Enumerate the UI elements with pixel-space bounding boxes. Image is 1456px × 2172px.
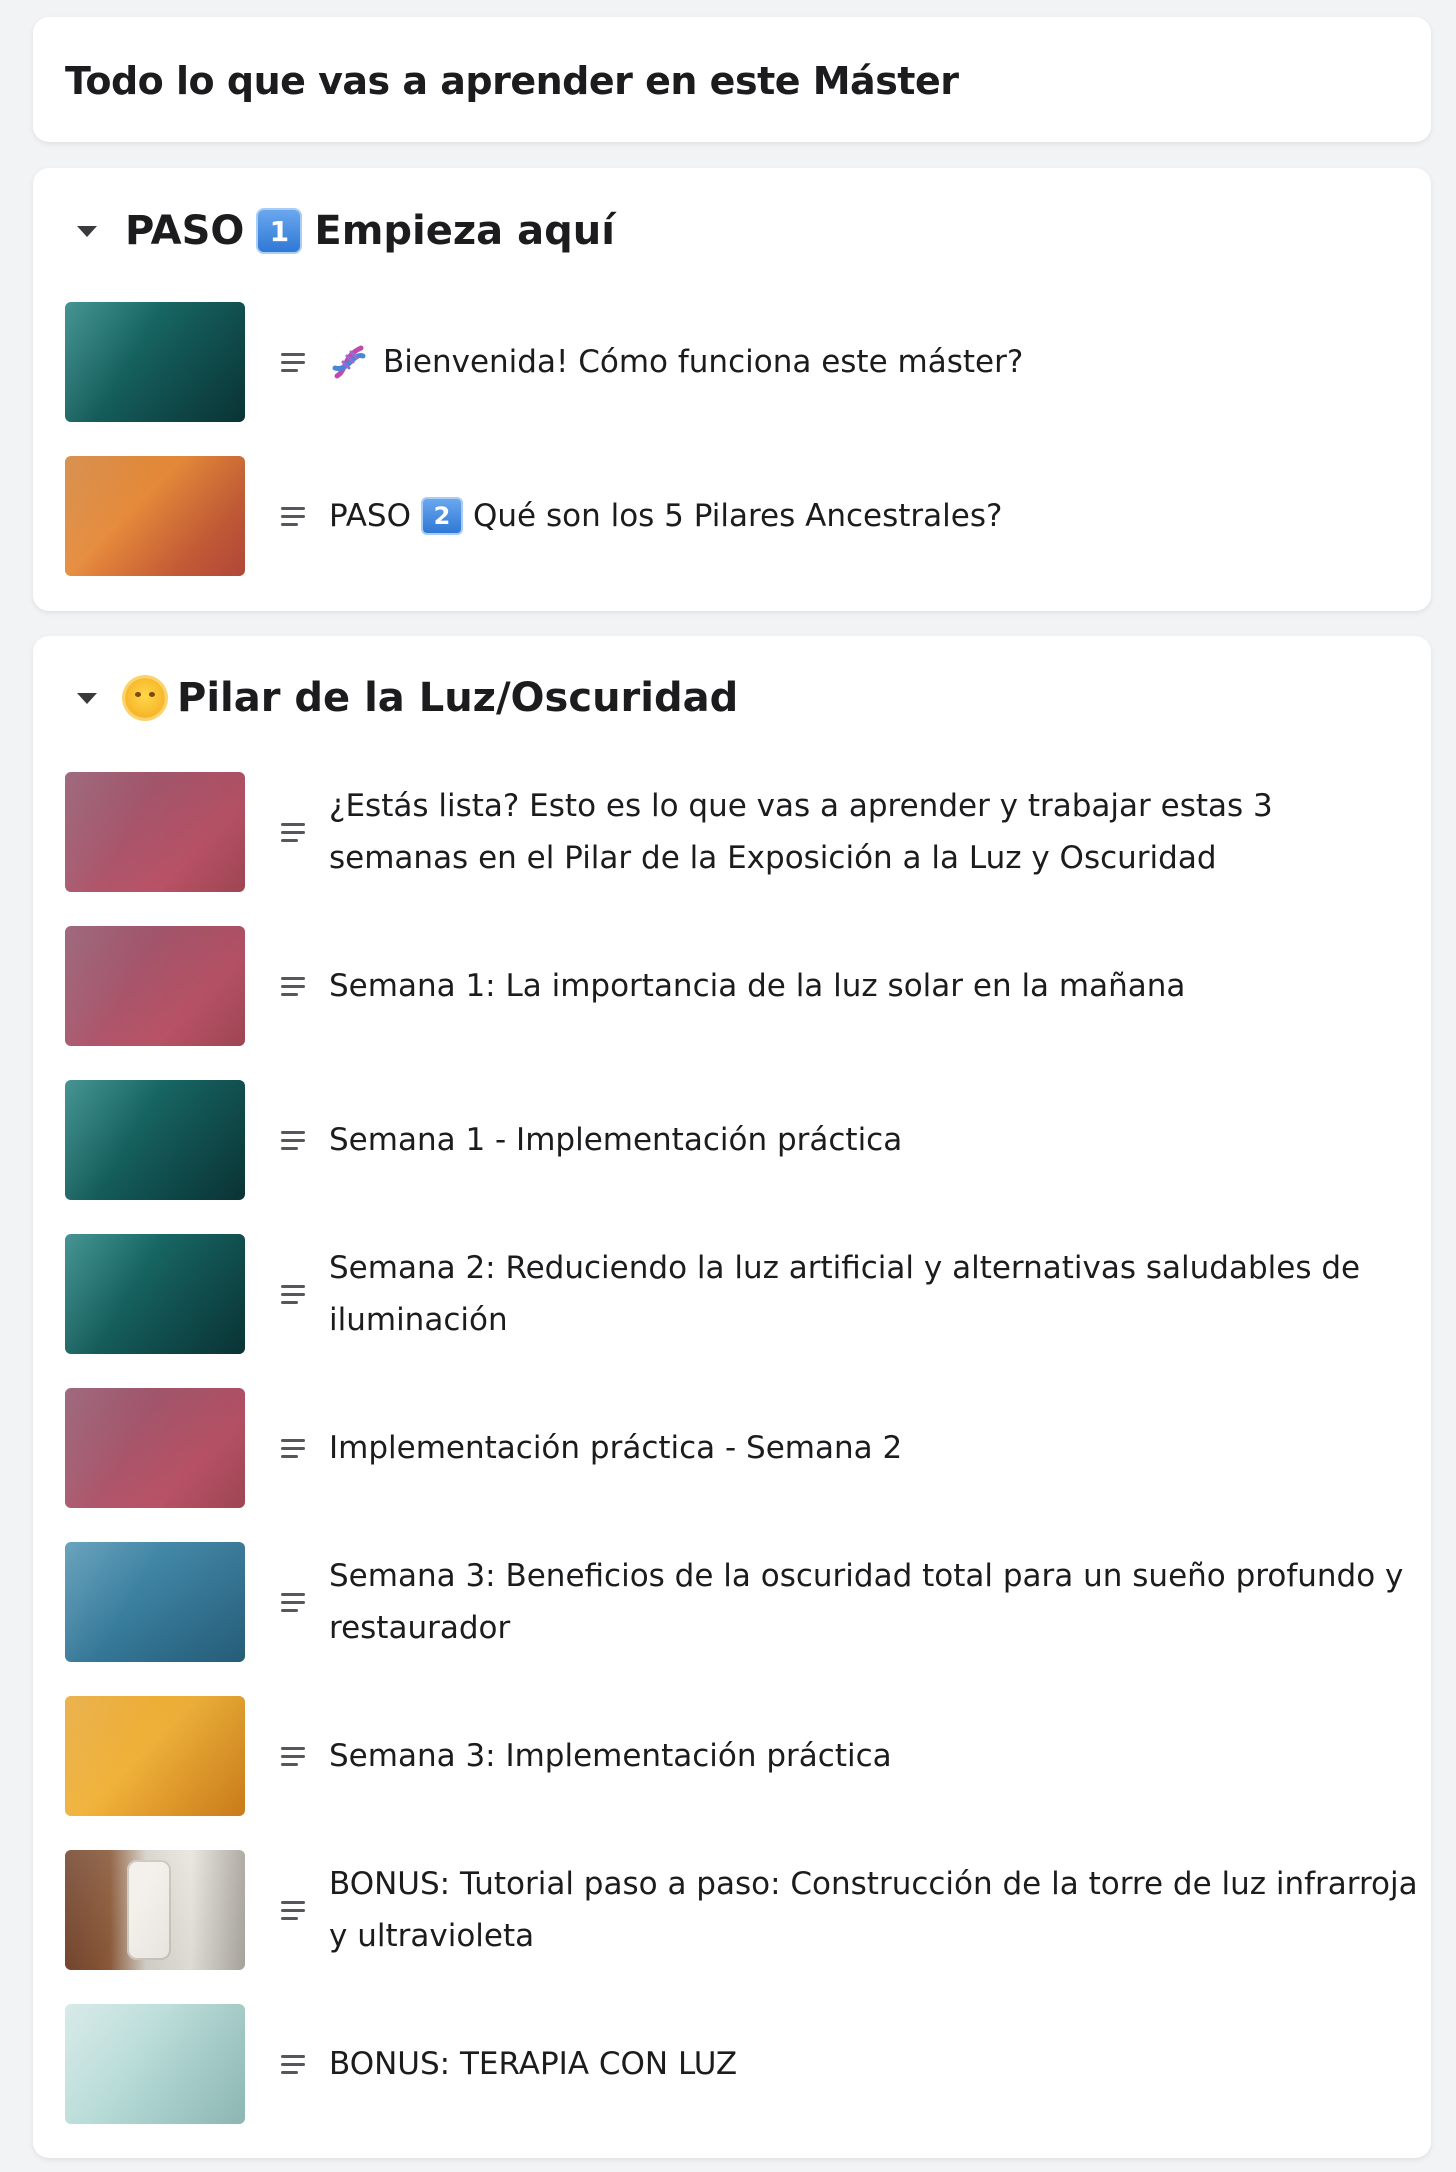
lesson-thumbnail bbox=[65, 1850, 245, 1970]
lesson-title[interactable]: Semana 1 - Implementación práctica bbox=[329, 1114, 902, 1166]
text-lines-icon bbox=[281, 1284, 305, 1304]
keycap-badge: 2 bbox=[421, 497, 463, 535]
text-lines-icon bbox=[281, 1130, 305, 1150]
lesson-item[interactable]: Semana 2: Reduciendo la luz artificial y… bbox=[65, 1234, 1431, 1354]
lesson-item[interactable]: Semana 1: La importancia de la luz solar… bbox=[65, 926, 1431, 1046]
lesson-thumbnail bbox=[65, 772, 245, 892]
dna-icon bbox=[332, 345, 366, 379]
lesson-title[interactable]: Bienvenida! Cómo funciona este máster? bbox=[329, 336, 1023, 388]
lesson-title[interactable]: Semana 2: Reduciendo la luz artificial y… bbox=[329, 1242, 1419, 1346]
lesson-item[interactable]: BONUS: Tutorial paso a paso: Construcció… bbox=[65, 1850, 1431, 1970]
lesson-title[interactable]: BONUS: Tutorial paso a paso: Construcció… bbox=[329, 1858, 1419, 1962]
keycap-badge: 1 bbox=[256, 208, 303, 254]
text-lines-icon bbox=[281, 1438, 305, 1458]
curriculum-title: Todo lo que vas a aprender en este Máste… bbox=[65, 59, 959, 103]
section-title: Pilar de la Luz/Oscuridad bbox=[125, 675, 738, 721]
text-lines-icon bbox=[281, 822, 305, 842]
section-paso-1: PASO 1 Empieza aquí Bienvenida! Cómo fun… bbox=[33, 168, 1431, 611]
curriculum-header-card: Todo lo que vas a aprender en este Máste… bbox=[33, 17, 1431, 142]
lesson-item[interactable]: ¿Estás lista? Esto es lo que vas a apren… bbox=[65, 772, 1431, 892]
lesson-title[interactable]: Implementación práctica - Semana 2 bbox=[329, 1422, 902, 1474]
lesson-thumbnail bbox=[65, 926, 245, 1046]
caret-down-icon[interactable] bbox=[77, 225, 97, 237]
text-lines-icon bbox=[281, 1746, 305, 1766]
section-title: PASO 1 Empieza aquí bbox=[125, 208, 615, 254]
lesson-thumbnail bbox=[65, 456, 245, 576]
sun-face-icon bbox=[125, 678, 165, 718]
course-content-page: Todo lo que vas a aprender en este Máste… bbox=[0, 0, 1456, 2172]
caret-down-icon[interactable] bbox=[77, 692, 97, 704]
text-lines-icon bbox=[281, 352, 305, 372]
lesson-thumbnail bbox=[65, 1696, 245, 1816]
lesson-title[interactable]: Semana 1: La importancia de la luz solar… bbox=[329, 960, 1185, 1012]
lesson-thumbnail bbox=[65, 1234, 245, 1354]
section-pilar-luz-oscuridad: Pilar de la Luz/Oscuridad ¿Estás lista? … bbox=[33, 636, 1431, 2158]
lesson-title[interactable]: BONUS: TERAPIA CON LUZ bbox=[329, 2038, 737, 2090]
lesson-item[interactable]: Semana 3: Implementación práctica bbox=[65, 1696, 1431, 1816]
section-header[interactable]: Pilar de la Luz/Oscuridad bbox=[77, 668, 738, 728]
lesson-title[interactable]: Semana 3: Beneficios de la oscuridad tot… bbox=[329, 1550, 1419, 1654]
lesson-thumbnail bbox=[65, 1542, 245, 1662]
lesson-item[interactable]: PASO 2 Qué son los 5 Pilares Ancestrales… bbox=[65, 456, 1431, 576]
lesson-thumbnail bbox=[65, 302, 245, 422]
section-header[interactable]: PASO 1 Empieza aquí bbox=[77, 201, 615, 261]
lesson-thumbnail bbox=[65, 1388, 245, 1508]
lesson-item[interactable]: Implementación práctica - Semana 2 bbox=[65, 1388, 1431, 1508]
lesson-title[interactable]: ¿Estás lista? Esto es lo que vas a apren… bbox=[329, 780, 1419, 884]
text-lines-icon bbox=[281, 2054, 305, 2074]
lesson-title[interactable]: PASO 2 Qué son los 5 Pilares Ancestrales… bbox=[329, 490, 1002, 542]
text-lines-icon bbox=[281, 506, 305, 526]
lesson-item[interactable]: BONUS: TERAPIA CON LUZ bbox=[65, 2004, 1431, 2124]
lesson-title[interactable]: Semana 3: Implementación práctica bbox=[329, 1730, 892, 1782]
lesson-item[interactable]: Bienvenida! Cómo funciona este máster? bbox=[65, 302, 1431, 422]
text-lines-icon bbox=[281, 1900, 305, 1920]
lesson-item[interactable]: Semana 3: Beneficios de la oscuridad tot… bbox=[65, 1542, 1431, 1662]
lesson-item[interactable]: Semana 1 - Implementación práctica bbox=[65, 1080, 1431, 1200]
lesson-thumbnail bbox=[65, 2004, 245, 2124]
text-lines-icon bbox=[281, 976, 305, 996]
lesson-thumbnail bbox=[65, 1080, 245, 1200]
text-lines-icon bbox=[281, 1592, 305, 1612]
